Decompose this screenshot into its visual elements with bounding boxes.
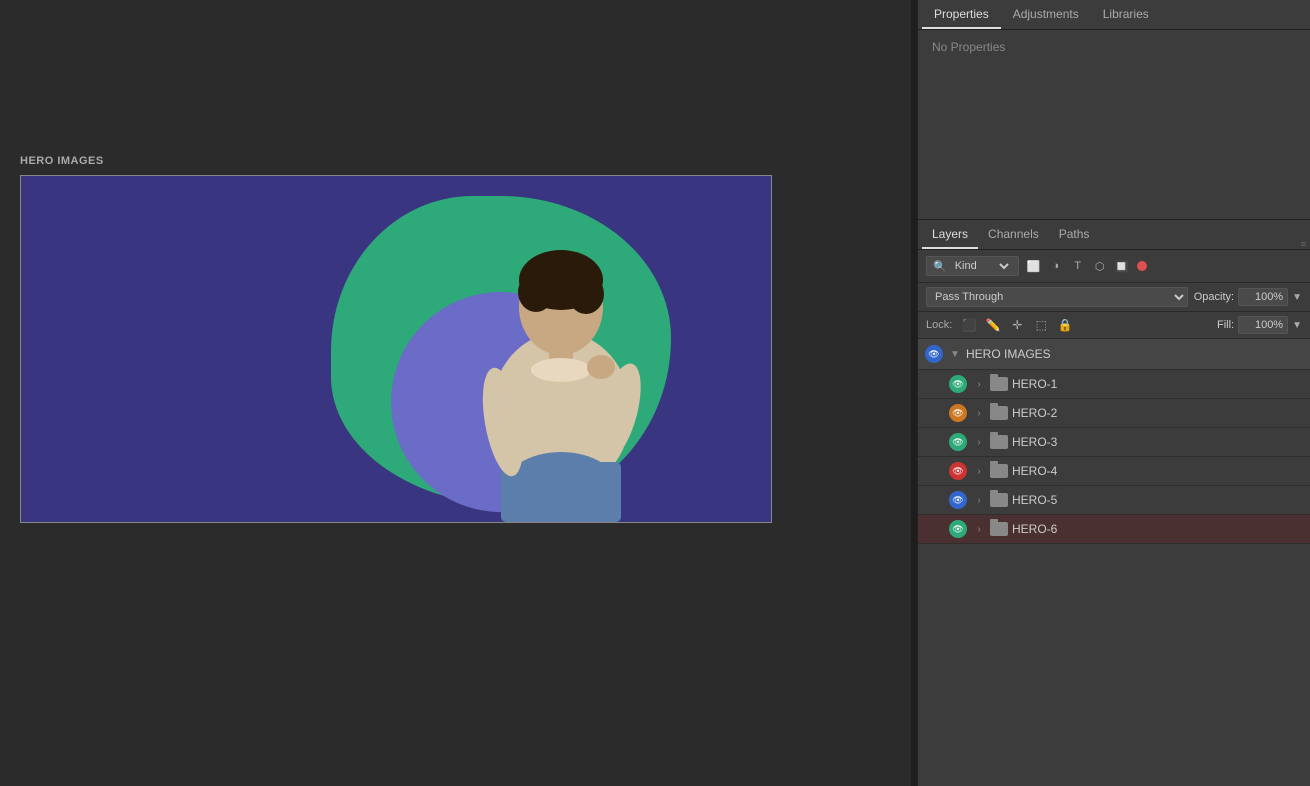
filter-active-indicator: [1137, 261, 1147, 271]
properties-section: Properties Adjustments Libraries No Prop…: [918, 0, 1310, 220]
no-properties-text: No Properties: [932, 40, 1005, 54]
layer-name-hero-3: HERO-3: [1012, 435, 1304, 449]
visibility-toggle-hero-1[interactable]: 👁: [948, 374, 968, 394]
canvas-area: HERO IMAGES: [0, 0, 911, 786]
layer-item-hero-1[interactable]: 👁 › HERO-1: [918, 370, 1310, 399]
folder-icon: [990, 435, 1008, 449]
filter-smart-icon[interactable]: 🔲: [1113, 257, 1131, 275]
folder-icon: [990, 493, 1008, 507]
fill-group: Fill: ▼: [1217, 316, 1302, 334]
folder-icon: [990, 406, 1008, 420]
layer-group-name: HERO IMAGES: [966, 347, 1304, 361]
layers-list: 👁 ▼ HERO IMAGES 👁 › HERO-1: [918, 339, 1310, 786]
folder-icon: [990, 464, 1008, 478]
eye-indicator: 👁: [949, 375, 967, 393]
lock-pixels-icon[interactable]: ⬛: [960, 316, 978, 334]
folder-icon: [990, 377, 1008, 391]
layers-tab-bar: Layers Channels Paths ≡: [918, 220, 1310, 250]
opacity-label: Opacity:: [1194, 291, 1234, 303]
layer-item-hero-6[interactable]: 👁 › HERO-6: [918, 515, 1310, 544]
canvas-frame: [20, 175, 772, 523]
tab-adjustments[interactable]: Adjustments: [1001, 1, 1091, 29]
filter-shape-icon[interactable]: ⬡: [1091, 257, 1109, 275]
tab-paths[interactable]: Paths: [1049, 221, 1100, 249]
filter-icons-group: ⬜ ◑ T ⬡ 🔲: [1025, 257, 1147, 275]
opacity-chevron-icon[interactable]: ▼: [1292, 292, 1302, 303]
layers-panel: Layers Channels Paths ≡ 🔍 Kind Name Effe…: [918, 220, 1310, 786]
filter-row: 🔍 Kind Name Effect Mode Attribute Color …: [918, 250, 1310, 283]
eye-indicator: 👁: [949, 404, 967, 422]
layer-item-hero-2[interactable]: 👁 › HERO-2: [918, 399, 1310, 428]
person-figure: [431, 212, 691, 522]
layer-expand-chevron[interactable]: ›: [972, 406, 986, 420]
blend-opacity-row: Pass Through Normal Multiply Screen Over…: [918, 283, 1310, 312]
eye-indicator: 👁: [949, 462, 967, 480]
lock-image-icon[interactable]: ✏️: [984, 316, 1002, 334]
canvas-label: HERO IMAGES: [20, 155, 891, 167]
filter-image-icon[interactable]: ⬜: [1025, 257, 1043, 275]
visibility-toggle-hero-5[interactable]: 👁: [948, 490, 968, 510]
layer-name-hero-6: HERO-6: [1012, 522, 1304, 536]
visibility-toggle-hero-4[interactable]: 👁: [948, 461, 968, 481]
layer-expand-chevron[interactable]: ›: [972, 377, 986, 391]
filter-text-icon[interactable]: T: [1069, 257, 1087, 275]
layer-name-hero-1: HERO-1: [1012, 377, 1304, 391]
search-icon: 🔍: [933, 260, 947, 273]
lock-label: Lock:: [926, 319, 952, 331]
opacity-group: Opacity: ▼: [1194, 288, 1302, 306]
layer-expand-chevron[interactable]: ›: [972, 522, 986, 536]
visibility-toggle-hero-6[interactable]: 👁: [948, 519, 968, 539]
lock-icons-group: ⬛ ✏️ ✛ ⬚ 🔒: [960, 316, 1074, 334]
layer-item-hero-5[interactable]: 👁 › HERO-5: [918, 486, 1310, 515]
layer-name-hero-2: HERO-2: [1012, 406, 1304, 420]
lock-all-icon[interactable]: 🔒: [1056, 316, 1074, 334]
tab-channels[interactable]: Channels: [978, 221, 1049, 249]
right-panel: Properties Adjustments Libraries No Prop…: [917, 0, 1310, 786]
layer-group-hero-images[interactable]: 👁 ▼ HERO IMAGES: [918, 339, 1310, 370]
folder-icon: [990, 522, 1008, 536]
filter-adjustment-icon[interactable]: ◑: [1047, 257, 1065, 275]
tab-properties[interactable]: Properties: [922, 1, 1001, 29]
group-expand-chevron[interactable]: ▼: [948, 347, 962, 361]
eye-indicator: 👁: [925, 345, 943, 363]
layer-expand-chevron[interactable]: ›: [972, 464, 986, 478]
lock-position-icon[interactable]: ✛: [1008, 316, 1026, 334]
visibility-toggle-hero-3[interactable]: 👁: [948, 432, 968, 452]
fill-input[interactable]: [1238, 316, 1288, 334]
properties-content: No Properties: [918, 30, 1310, 220]
fill-chevron-icon[interactable]: ▼: [1292, 320, 1302, 331]
visibility-toggle-hero-images[interactable]: 👁: [924, 344, 944, 364]
person-svg: [431, 212, 691, 522]
tab-layers[interactable]: Layers: [922, 221, 978, 249]
kind-filter-select[interactable]: Kind Name Effect Mode Attribute Color: [951, 259, 1012, 273]
eye-indicator: 👁: [949, 491, 967, 509]
opacity-input[interactable]: [1238, 288, 1288, 306]
eye-indicator: 👁: [949, 520, 967, 538]
layer-expand-chevron[interactable]: ›: [972, 493, 986, 507]
blend-mode-select[interactable]: Pass Through Normal Multiply Screen Over…: [926, 287, 1188, 307]
layer-item-hero-3[interactable]: 👁 › HERO-3: [918, 428, 1310, 457]
layer-name-hero-5: HERO-5: [1012, 493, 1304, 507]
lock-artboard-icon[interactable]: ⬚: [1032, 316, 1050, 334]
tab-libraries[interactable]: Libraries: [1091, 1, 1161, 29]
layer-name-hero-4: HERO-4: [1012, 464, 1304, 478]
top-tab-bar: Properties Adjustments Libraries: [918, 0, 1310, 30]
layer-expand-chevron[interactable]: ›: [972, 435, 986, 449]
lock-fill-row: Lock: ⬛ ✏️ ✛ ⬚ 🔒 Fill: ▼: [918, 312, 1310, 339]
visibility-toggle-hero-2[interactable]: 👁: [948, 403, 968, 423]
eye-indicator: 👁: [949, 433, 967, 451]
panel-menu-icon[interactable]: ≡: [1301, 239, 1306, 249]
filter-search-group: 🔍 Kind Name Effect Mode Attribute Color: [926, 256, 1019, 276]
fill-label: Fill:: [1217, 319, 1234, 331]
layer-item-hero-4[interactable]: 👁 › HERO-4: [918, 457, 1310, 486]
